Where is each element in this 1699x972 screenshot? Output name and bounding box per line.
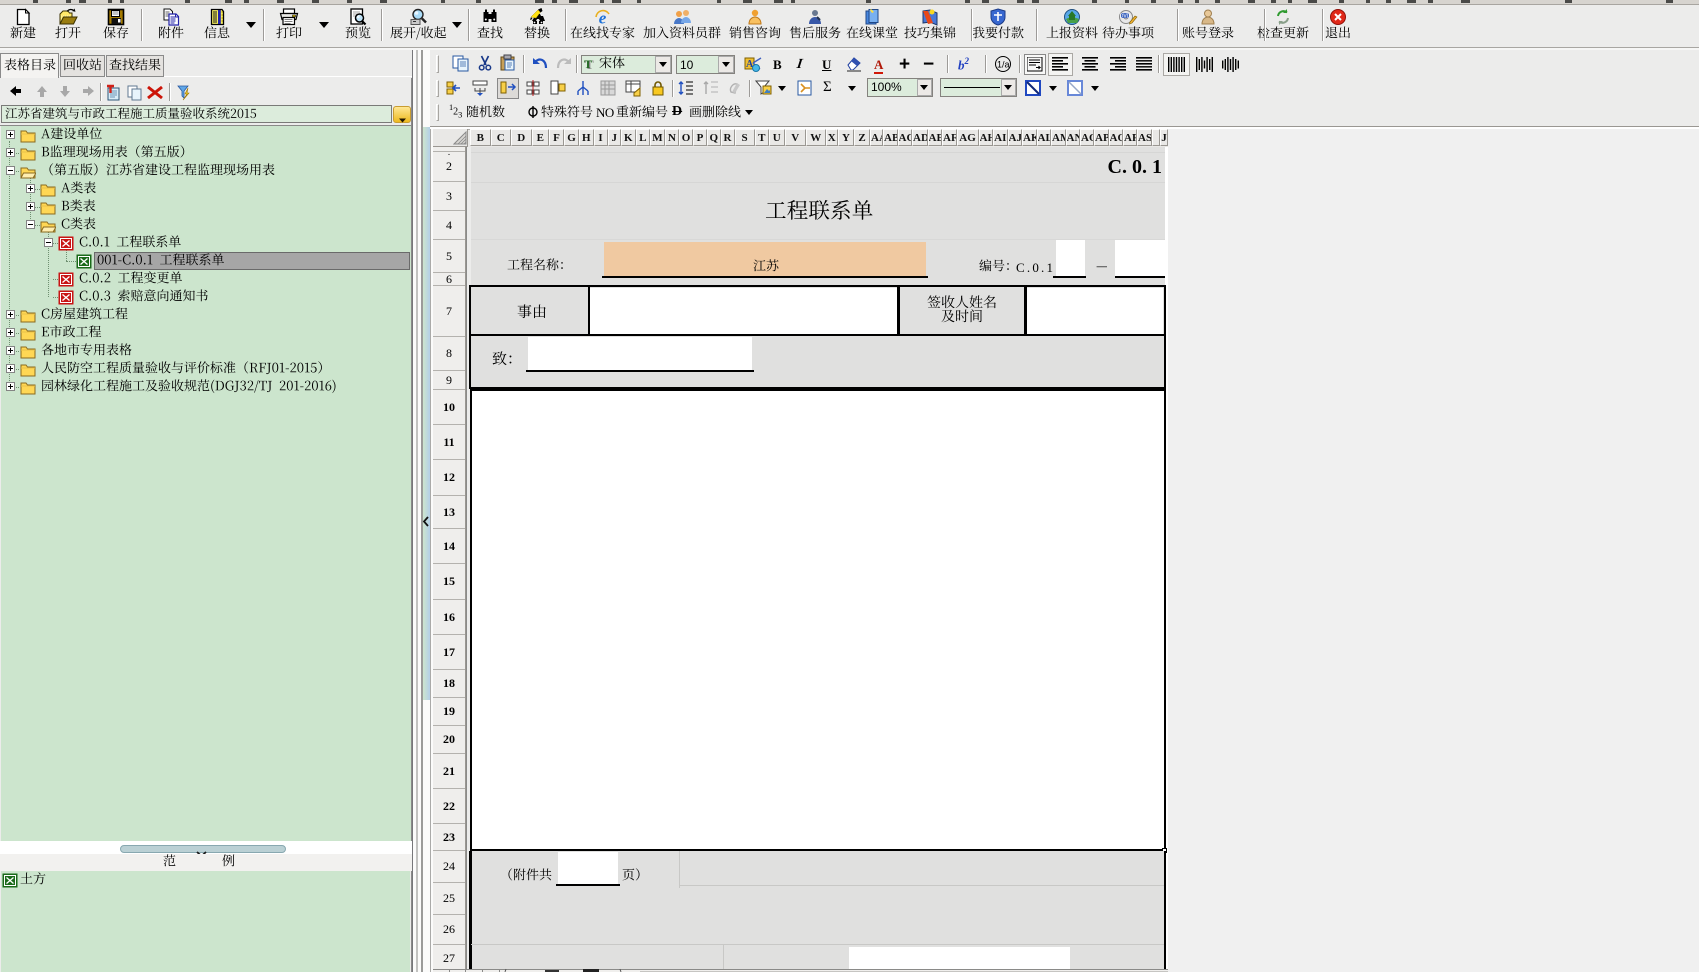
svg-text:T: T	[584, 58, 592, 71]
svg-text:e: e	[599, 9, 607, 27]
svg-text:1/a: 1/a	[997, 60, 1010, 70]
svg-text:DVD: DVD	[1120, 14, 1131, 20]
